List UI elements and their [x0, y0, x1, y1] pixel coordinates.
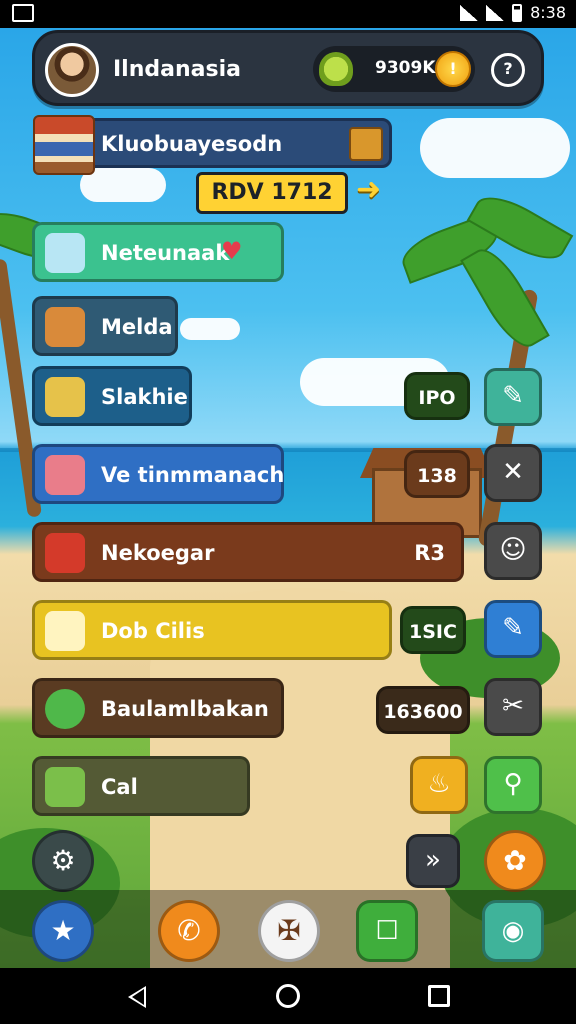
- menu-item-1[interactable]: Neteunaak ♥: [32, 222, 284, 282]
- reward-code[interactable]: RDV 1712: [196, 172, 348, 214]
- map-button[interactable]: ✠: [258, 900, 320, 962]
- gear-fish-icon: [45, 455, 85, 495]
- coin-counter[interactable]: 9309K !: [313, 46, 475, 92]
- bandage-icon: [45, 533, 85, 573]
- edit-button[interactable]: ✎: [484, 368, 542, 426]
- menu-item-value: R3: [414, 541, 445, 565]
- clover-icon: [319, 52, 353, 86]
- settings-button[interactable]: ⚙: [32, 830, 94, 892]
- value-badge-5: 163600: [376, 686, 470, 734]
- status-time: 8:38: [530, 3, 566, 22]
- phone-button[interactable]: ✆: [158, 900, 220, 962]
- menu-label: Baulamlbakan: [101, 697, 269, 721]
- star-button[interactable]: ★: [32, 900, 94, 962]
- menu-item-4[interactable]: Ve tinmmanach: [32, 444, 284, 504]
- menu-label: Neteunaak: [101, 241, 230, 265]
- avatar[interactable]: [45, 43, 99, 97]
- navigation-bar: [0, 968, 576, 1024]
- value-badge-1: IPO: [404, 372, 470, 420]
- help-button[interactable]: ?: [491, 53, 525, 87]
- screenshot-icon: [12, 4, 34, 22]
- coin-icon: !: [435, 51, 471, 87]
- back-icon[interactable]: [128, 986, 146, 1008]
- value-badge-4: 1SIC: [400, 606, 466, 654]
- battery-icon: [512, 3, 523, 22]
- home-icon[interactable]: [276, 984, 300, 1008]
- wifi-icon: [460, 4, 479, 21]
- chat-button[interactable]: ☐: [356, 900, 418, 962]
- tools-button[interactable]: ✂: [484, 678, 542, 736]
- menu-label: Melda: [101, 315, 173, 339]
- coin-value: 9309K: [375, 58, 436, 78]
- heart-icon: ♥: [221, 237, 243, 265]
- leaf-button[interactable]: ✎: [484, 600, 542, 658]
- close-button[interactable]: ✕: [484, 444, 542, 502]
- quest-banner[interactable]: Kluobuayesodn: [33, 115, 392, 175]
- share-button[interactable]: »: [406, 834, 460, 888]
- menu-label: Dob Cilis: [101, 619, 205, 643]
- menu-label: Nekoegar: [101, 541, 215, 565]
- search-button[interactable]: ⚲: [484, 756, 542, 814]
- banner-title: Kluobuayesodn: [101, 132, 283, 156]
- character-icon: [45, 307, 85, 347]
- arrow-right-icon[interactable]: ➜: [356, 175, 388, 206]
- bag-button[interactable]: ♨: [410, 756, 468, 814]
- book-icon: [33, 115, 95, 175]
- menu-label: Cal: [101, 775, 138, 799]
- profile-header: Ilndanasia 9309K ! ?: [32, 30, 544, 106]
- menu-item-7[interactable]: Baulamlbakan: [32, 678, 284, 738]
- save-icon: [45, 611, 85, 651]
- menu-item-8[interactable]: Cal: [32, 756, 250, 816]
- user-button[interactable]: ☺: [484, 522, 542, 580]
- menu-item-5[interactable]: Nekoegar R3: [32, 522, 464, 582]
- status-bar: 8:38: [0, 0, 576, 28]
- calendar-icon: [45, 233, 85, 273]
- location-icon: [45, 689, 85, 729]
- robot-button[interactable]: ◉: [482, 900, 544, 962]
- username: Ilndanasia: [113, 57, 241, 82]
- gift-icon[interactable]: [349, 127, 383, 161]
- menu-item-6[interactable]: Dob Cilis: [32, 600, 392, 660]
- menu-label: Ve tinmmanach: [101, 463, 285, 487]
- recent-apps-icon[interactable]: [428, 985, 450, 1007]
- signal-icon: [486, 4, 505, 21]
- hammer-icon: [45, 377, 85, 417]
- menu-item-2[interactable]: Melda: [32, 296, 178, 356]
- cake-icon: [45, 767, 85, 807]
- menu-item-3[interactable]: Slakhie: [32, 366, 192, 426]
- nest-button[interactable]: ✿: [484, 830, 546, 892]
- menu-label: Slakhie: [101, 385, 188, 409]
- value-badge-2: 138: [404, 450, 470, 498]
